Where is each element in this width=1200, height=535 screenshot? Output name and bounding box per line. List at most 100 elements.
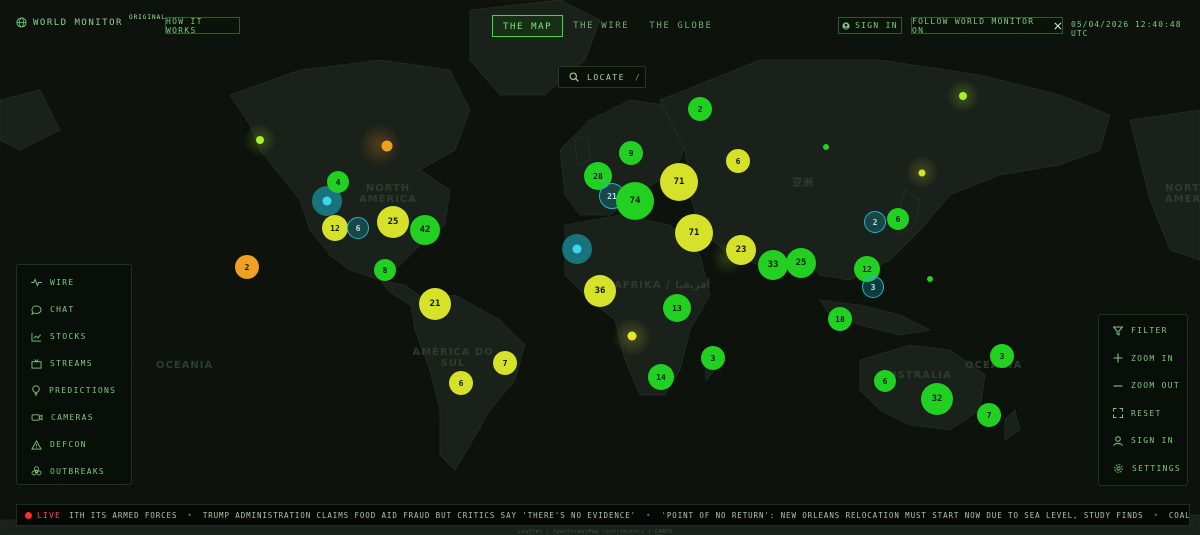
event-cluster[interactable]: 33 xyxy=(758,250,788,280)
event-cluster[interactable]: 23 xyxy=(726,235,756,265)
sidebar-item-label: STOCKS xyxy=(50,332,87,341)
map-label-south-america: AMÉRICA DO SUL xyxy=(412,347,494,369)
event-cluster[interactable]: 2 xyxy=(688,97,712,121)
event-point-cyan[interactable] xyxy=(322,196,332,206)
ticker-headline[interactable]: COALITION ACCUSED OF SECRETLY GIVING xyxy=(1169,511,1189,520)
settings-button[interactable]: SETTINGS xyxy=(1099,455,1187,483)
tab-the-globe[interactable]: THE GLOBE xyxy=(639,15,722,37)
event-cluster[interactable]: 25 xyxy=(786,248,816,278)
expand-icon xyxy=(1113,408,1123,419)
event-cluster[interactable]: 14 xyxy=(648,364,674,390)
map-tools-panel: FILTER ZOOM IN ZOOM OUT RESET SIGN IN SE… xyxy=(1098,314,1188,486)
sidebar-item-cameras[interactable]: CAMERAS xyxy=(17,404,131,431)
top-bar: WORLD MONITOR ORIGINAL HOW IT WORKS THE … xyxy=(0,0,1200,52)
event-point[interactable] xyxy=(823,144,829,150)
reset-button[interactable]: RESET xyxy=(1099,400,1187,428)
event-cluster[interactable]: 25 xyxy=(377,206,409,238)
event-point-cyan[interactable] xyxy=(572,244,582,254)
event-cluster[interactable]: 13 xyxy=(663,294,691,322)
utc-clock: 05/04/2026 12:40:48 UTC xyxy=(1071,20,1182,38)
event-cluster[interactable]: 12 xyxy=(322,215,348,241)
search-icon xyxy=(569,72,579,82)
sidebar-item-chat[interactable]: CHAT xyxy=(17,296,131,323)
event-point[interactable] xyxy=(256,136,264,144)
left-sidebar: WIRE CHAT STOCKS STREAMS PREDICTIONS CAM… xyxy=(16,264,132,485)
event-cluster[interactable]: 71 xyxy=(660,163,698,201)
sidebar-item-defcon[interactable]: DEFCON xyxy=(17,431,131,458)
event-cluster[interactable]: 4 xyxy=(327,171,349,193)
event-point[interactable] xyxy=(627,331,637,341)
map-attribution[interactable]: Leaflet | OpenStreetMap contributors | C… xyxy=(518,529,672,535)
sidebar-item-stocks[interactable]: STOCKS xyxy=(17,323,131,350)
user-circle-icon xyxy=(842,21,850,30)
event-cluster[interactable]: 2 xyxy=(235,255,259,279)
warning-icon xyxy=(31,439,42,450)
sign-in-button[interactable]: SIGN IN xyxy=(838,17,902,34)
event-cluster[interactable]: 7 xyxy=(493,351,517,375)
tab-the-wire[interactable]: THE WIRE xyxy=(563,15,639,37)
how-it-works-button[interactable]: HOW IT WORKS xyxy=(165,17,240,35)
event-point[interactable] xyxy=(381,140,393,152)
locate-search[interactable]: LOCATE / xyxy=(558,66,646,88)
ticker-headline[interactable]: TRUMP ADMINISTRATION CLAIMS FOOD AID FRA… xyxy=(203,511,646,520)
sidebar-item-label: OUTBREAKS xyxy=(50,467,106,476)
sidebar-item-wire[interactable]: WIRE xyxy=(17,269,131,296)
event-cluster-cyan[interactable]: 3 xyxy=(862,276,884,298)
event-cluster[interactable]: 42 xyxy=(410,215,440,245)
ticker-separator: • xyxy=(1153,510,1159,520)
user-icon xyxy=(1113,435,1123,446)
uk-landmass xyxy=(574,134,591,166)
event-cluster[interactable]: 8 xyxy=(374,259,396,281)
ticker-headline[interactable]: ITH ITS ARMED FORCES xyxy=(69,511,187,520)
zoom-in-button[interactable]: ZOOM IN xyxy=(1099,345,1187,373)
ticker-track: ITH ITS ARMED FORCES • TRUMP ADMINISTRAT… xyxy=(69,510,1189,520)
tools-sign-in-button[interactable]: SIGN IN xyxy=(1099,427,1187,455)
logo[interactable]: WORLD MONITOR ORIGINAL xyxy=(16,14,166,28)
heat-glow xyxy=(358,123,402,167)
chat-icon xyxy=(31,304,42,315)
event-cluster[interactable]: 6 xyxy=(874,370,896,392)
biohazard-icon xyxy=(31,466,42,476)
sidebar-item-predictions[interactable]: PREDICTIONS xyxy=(17,377,131,404)
zoom-out-button[interactable]: ZOOM OUT xyxy=(1099,372,1187,400)
event-point[interactable] xyxy=(918,169,926,177)
event-cluster-cyan[interactable]: 6 xyxy=(347,217,369,239)
event-cluster[interactable]: 74 xyxy=(616,182,654,220)
sidebar-item-outbreaks[interactable]: OUTBREAKS xyxy=(17,458,131,485)
sign-in-label: SIGN IN xyxy=(855,21,898,30)
event-cluster-cyan[interactable]: 2 xyxy=(864,211,886,233)
event-cluster[interactable]: 3 xyxy=(701,346,725,370)
globe-icon xyxy=(16,17,27,28)
app-badge: ORIGINAL xyxy=(128,14,166,21)
tab-the-map[interactable]: THE MAP xyxy=(492,15,564,37)
locate-shortcut: / xyxy=(634,72,642,82)
tool-label: ZOOM OUT xyxy=(1131,381,1180,391)
tv-icon xyxy=(31,358,42,369)
live-label: LIVE xyxy=(37,510,62,520)
event-cluster[interactable]: 9 xyxy=(619,141,643,165)
event-cluster[interactable]: 32 xyxy=(921,383,953,415)
event-cluster[interactable]: 36 xyxy=(584,275,616,307)
ticker-separator: • xyxy=(187,510,193,520)
event-cluster[interactable]: 7 xyxy=(977,403,1001,427)
plus-icon xyxy=(1113,353,1123,363)
tool-label: RESET xyxy=(1131,408,1162,418)
event-cluster[interactable]: 18 xyxy=(828,307,852,331)
follow-button[interactable]: FOLLOW WORLD MONITOR ON xyxy=(911,17,1063,35)
event-cluster[interactable]: 6 xyxy=(449,371,473,395)
chart-icon xyxy=(31,332,42,342)
gear-icon xyxy=(1114,463,1123,473)
event-point[interactable] xyxy=(959,92,967,100)
event-cluster[interactable]: 6 xyxy=(726,149,750,173)
event-cluster[interactable]: 3 xyxy=(990,344,1014,368)
ticker-headline[interactable]: 'POINT OF NO RETURN': NEW ORLEANS RELOCA… xyxy=(661,511,1153,520)
news-ticker[interactable]: LIVE ITH ITS ARMED FORCES • TRUMP ADMINI… xyxy=(16,504,1190,526)
sidebar-item-streams[interactable]: STREAMS xyxy=(17,350,131,377)
event-cluster[interactable]: 71 xyxy=(675,214,713,252)
filter-button[interactable]: FILTER xyxy=(1099,317,1187,345)
filter-icon xyxy=(1113,326,1123,336)
event-cluster[interactable]: 21 xyxy=(419,288,451,320)
event-cluster[interactable]: 6 xyxy=(887,208,909,230)
event-point[interactable] xyxy=(927,276,933,282)
sidebar-item-label: CHAT xyxy=(50,305,75,314)
